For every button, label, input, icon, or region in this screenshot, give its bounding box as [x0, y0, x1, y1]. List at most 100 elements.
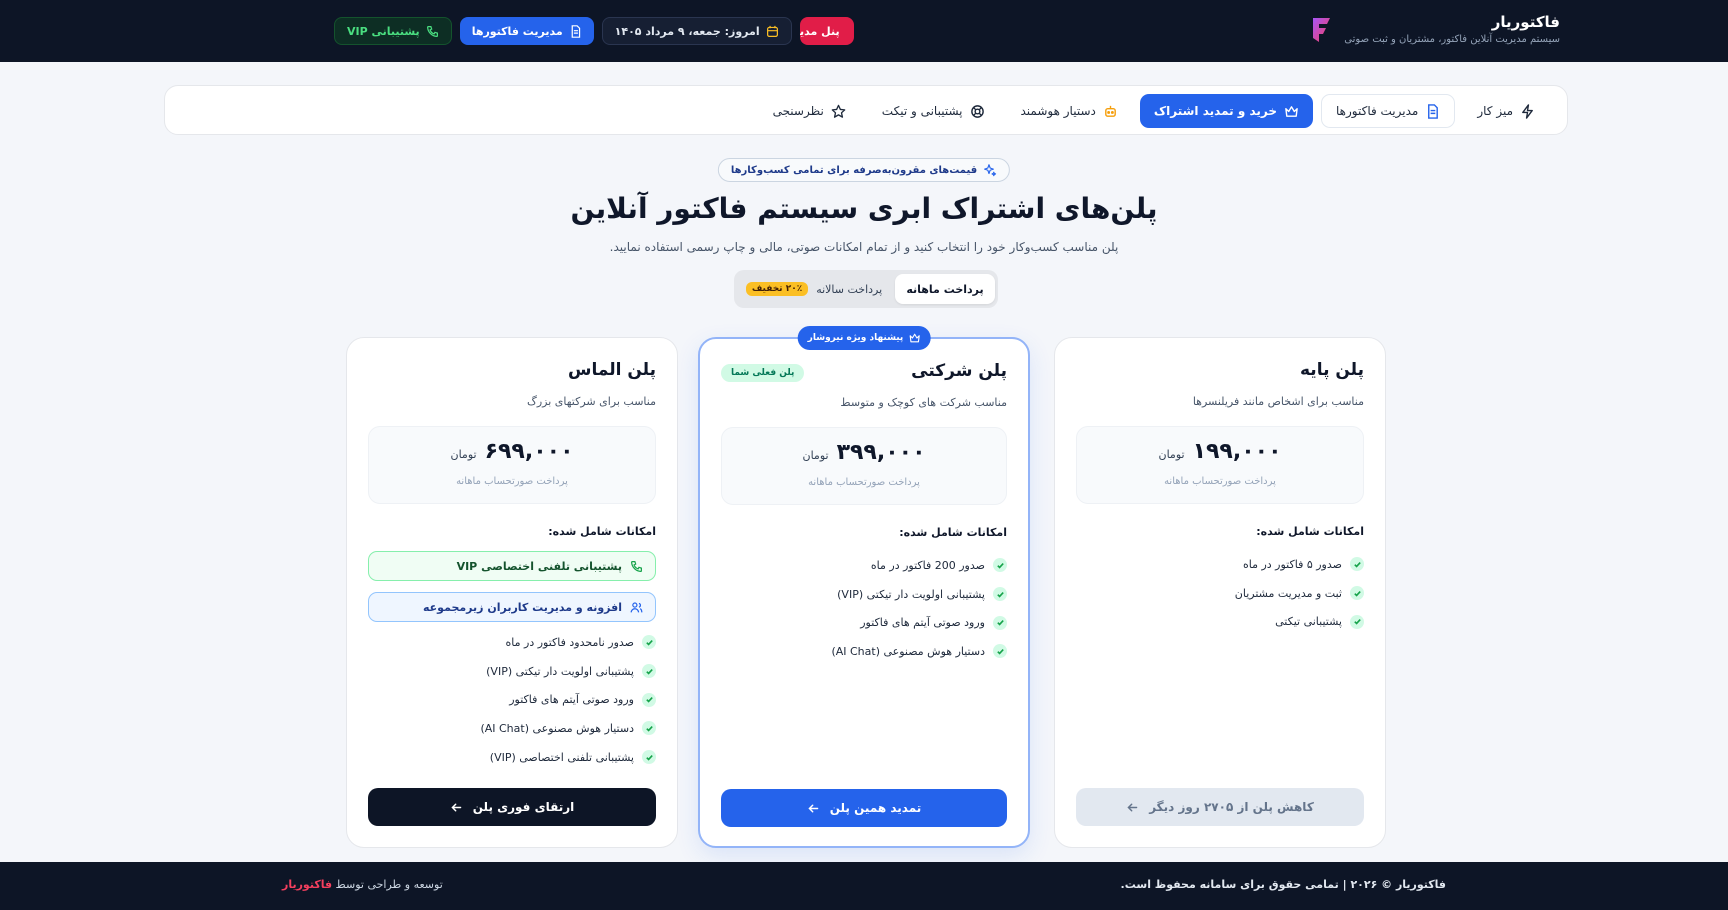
- vip-support-button[interactable]: پشتیبانی VIP: [334, 17, 452, 45]
- feature-label: ورود صوتی آیتم های فاکتور: [509, 693, 634, 707]
- hero-badge-label: قیمت‌های مقرون‌به‌صرفه برای تمامی کسب‌وک…: [730, 164, 978, 176]
- feature-item: ورود صوتی آیتم های فاکتور: [721, 608, 1007, 637]
- price-note: پرداخت صورتحساب ماهانه: [1164, 476, 1276, 487]
- developer-credit-prefix: توسعه و طراحی توسط: [335, 878, 443, 891]
- page-title: پلن‌های اشتراک ابری سیستم فاکتور آنلاین: [570, 192, 1158, 225]
- feature-label: ورود صوتی آیتم های فاکتور: [860, 616, 985, 630]
- downgrade-plan-button[interactable]: کاهش پلن از ۲۷۰۵ روز دیگر: [1076, 788, 1364, 826]
- admin-panel-label: پنل مدیریت: [800, 24, 840, 38]
- feature-item: پشتیبانی اولویت دار تیکتی (VIP): [368, 657, 656, 686]
- brand[interactable]: فاکتوریار سیستم مدیریت آنلاین فاکتور، مش…: [1310, 12, 1560, 48]
- check-icon: [1350, 557, 1364, 572]
- nav-label-support: پشتیبانی و تیکت: [881, 104, 963, 118]
- price-box: ۶۹۹,۰۰۰ تومان پرداخت صورتحساب ماهانه: [368, 426, 656, 504]
- plan-description: مناسب شرکت های کوچک و متوسط: [840, 396, 1007, 409]
- check-icon: [1350, 614, 1364, 629]
- currency-label: تومان: [802, 449, 829, 462]
- billing-yearly-label: پرداخت سالانه: [816, 282, 883, 296]
- nav-label-assistant: دستیار هوشمند: [1020, 104, 1096, 118]
- feature-item: صدور ۵ فاکتور در ماه: [1076, 550, 1364, 579]
- plan-card-basic: پلن پایه مناسب برای اشخاص مانند فریلنسره…: [1054, 337, 1386, 848]
- check-icon: [993, 644, 1007, 659]
- header-actions: پشتیبانی VIP مدیریت فاکتورها امروز: جمعه…: [334, 17, 854, 45]
- check-icon: [993, 587, 1007, 602]
- hero-badge: قیمت‌های مقرون‌به‌صرفه برای تمامی کسب‌وک…: [717, 158, 1011, 182]
- nav-label-invoices: مدیریت فاکتورها: [1336, 104, 1419, 118]
- today-date: امروز: جمعه، ۹ مرداد ۱۴۰۵: [601, 17, 792, 45]
- price-note: پرداخت صورتحساب ماهانه: [456, 476, 568, 487]
- arrow-left-icon: [451, 803, 462, 811]
- nav-item-subscription[interactable]: خرید و تمدید اشتراک: [1139, 94, 1313, 128]
- feature-item: پشتیبانی تیکتی: [1076, 607, 1364, 636]
- developer-credit: توسعه و طراحی توسط فاکتوریار: [282, 878, 443, 891]
- feature-label: پشتیبانی تیکتی: [1275, 615, 1342, 629]
- feature-item: صدور 200 فاکتور در ماه: [721, 551, 1007, 580]
- currency-label: تومان: [1158, 448, 1185, 461]
- nav-item-support[interactable]: پشتیبانی و تیکت: [868, 94, 999, 128]
- check-icon: [642, 692, 656, 707]
- footer: فاکتوریار © ۲۰۲۶ | تمامی حقوق برای سامان…: [0, 862, 1728, 910]
- document-icon: [571, 24, 580, 38]
- nav-item-reviews[interactable]: نظرسنجی: [759, 94, 860, 128]
- brand-name: فاکتوریار: [1491, 13, 1560, 31]
- downgrade-plan-label: کاهش پلن از ۲۷۰۵ روز دیگر: [1149, 800, 1314, 814]
- manage-invoices-label: مدیریت فاکتورها: [471, 24, 563, 38]
- lightning-icon: [1522, 103, 1533, 119]
- phone-icon: [426, 25, 438, 37]
- sparkles-icon: [984, 164, 997, 177]
- brand-logo-icon: [1313, 18, 1331, 42]
- feature-label: صدور نامحدود فاکتور در ماه: [505, 635, 635, 649]
- plan-price: ۱۹۹,۰۰۰: [1192, 439, 1282, 464]
- price-box: ۱۹۹,۰۰۰ تومان پرداخت صورتحساب ماهانه: [1076, 426, 1364, 504]
- current-plan-badge: پلن فعلی شما: [721, 364, 805, 382]
- main-nav: میز کار مدیریت فاکتورها خرید و تمدید اشت…: [164, 85, 1568, 135]
- plan-name: پلن شرکتی: [911, 361, 1007, 381]
- featured-badge: پیشنهاد ویژه نیروشار: [797, 326, 931, 350]
- nav-item-invoices[interactable]: مدیریت فاکتورها: [1321, 94, 1456, 128]
- feature-label: ثبت و مدیریت مشتریان: [1234, 586, 1342, 600]
- features-list: صدور ۵ فاکتور در ماه ثبت و مدیریت مشتریا…: [1076, 550, 1364, 636]
- feature-label: دستیار هوش مصنوعی (AI Chat): [480, 721, 634, 735]
- check-icon: [1350, 586, 1364, 601]
- arrow-left-icon: [808, 804, 819, 812]
- phone-icon: [631, 560, 642, 572]
- features-title: امکانات شامل شده:: [1256, 525, 1364, 538]
- nav-item-assistant[interactable]: دستیار هوشمند: [1007, 94, 1132, 128]
- brand-text: فاکتوریار سیستم مدیریت آنلاین فاکتور، مش…: [1344, 12, 1560, 48]
- nav-item-dashboard[interactable]: میز کار: [1463, 94, 1549, 128]
- nav-label-reviews: نظرسنجی: [772, 104, 824, 118]
- nav-label-dashboard: میز کار: [1477, 104, 1513, 118]
- star-icon: [831, 104, 846, 118]
- feature-item: دستیار هوش مصنوعی (AI Chat): [368, 714, 656, 743]
- billing-monthly-label: پرداخت ماهانه: [906, 282, 984, 296]
- crown-icon: [1285, 105, 1298, 117]
- feature-label: صدور ۵ فاکتور در ماه: [1242, 557, 1342, 571]
- manage-invoices-button[interactable]: مدیریت فاکتورها: [459, 17, 594, 45]
- feature-label: دستیار هوش مصنوعی (AI Chat): [831, 644, 985, 658]
- feature-label: صدور 200 فاکتور در ماه: [870, 558, 985, 572]
- upgrade-plan-label: ارتقای فوری پلن: [472, 800, 575, 814]
- page-subtitle: پلن مناسب کسب‌وکار خود را انتخاب کنید و …: [609, 240, 1119, 254]
- renew-plan-label: تمدید همین پلن: [829, 801, 922, 815]
- nav-items: میز کار مدیریت فاکتورها خرید و تمدید اشت…: [759, 94, 1549, 128]
- feature-label: پشتیبانی اولویت دار تیکتی (VIP): [486, 664, 634, 678]
- plan-name: پلن الماس: [568, 360, 656, 380]
- billing-yearly-option[interactable]: پرداخت سالانه ۲۰٪ تخفیف: [737, 274, 891, 304]
- renew-plan-button[interactable]: تمدید همین پلن: [721, 789, 1007, 827]
- admin-panel-button[interactable]: پنل مدیریت: [799, 17, 854, 45]
- check-icon: [993, 558, 1007, 573]
- plan-description: مناسب برای شرکتهای بزرگ: [526, 395, 656, 408]
- feature-item: صدور نامحدود فاکتور در ماه: [368, 628, 656, 657]
- discount-badge: ۲۰٪ تخفیف: [745, 282, 809, 296]
- highlight-sub-users: افزونه و مدیریت کاربران زیرمجموعه: [368, 592, 656, 622]
- price-row: ۱۹۹,۰۰۰ تومان: [1077, 439, 1363, 464]
- check-icon: [993, 615, 1007, 630]
- arrow-left-icon: [1127, 803, 1138, 811]
- billing-toggle: پرداخت ماهانه پرداخت سالانه ۲۰٪ تخفیف: [734, 270, 998, 308]
- check-icon: [642, 664, 656, 679]
- feature-item: دستیار هوش مصنوعی (AI Chat): [721, 637, 1007, 666]
- highlight-vip-label: پشتیبانی تلفنی اختصاصی VIP: [456, 559, 622, 573]
- upgrade-plan-button[interactable]: ارتقای فوری پلن: [368, 788, 656, 826]
- developer-brand-link[interactable]: فاکتوریار: [282, 878, 332, 891]
- billing-monthly-option[interactable]: پرداخت ماهانه: [895, 274, 995, 304]
